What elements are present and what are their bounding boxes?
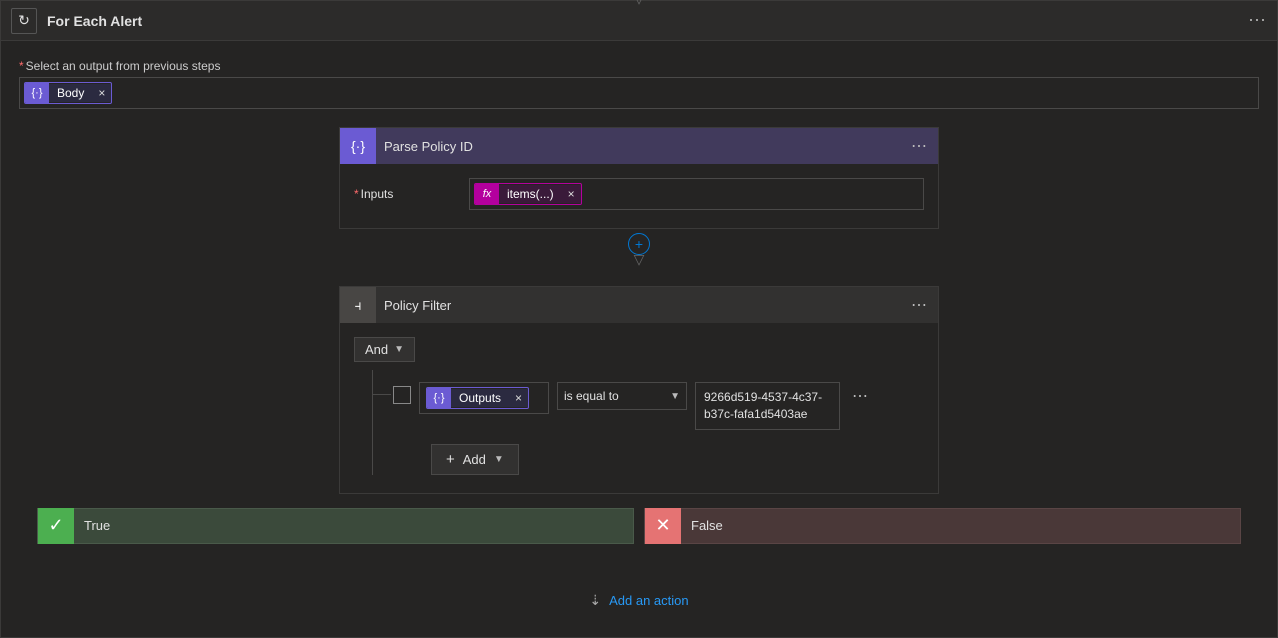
insert-icon: ⇣ — [589, 592, 601, 609]
body-token-remove[interactable]: × — [92, 84, 111, 102]
for-each-title: For Each Alert — [47, 13, 1248, 29]
parse-policy-body: Inputs fx items(...) × — [340, 164, 938, 228]
plus-icon: + — [446, 451, 455, 468]
parse-policy-header[interactable]: {·} Parse Policy ID ⋯ — [340, 128, 938, 164]
for-each-card: ↻ For Each Alert ⋯ Select an output from… — [0, 0, 1278, 638]
false-branch[interactable]: ✕ False — [644, 508, 1241, 544]
chevron-down-icon: ▼ — [494, 454, 504, 465]
policy-filter-body: And ▼ {·} Outputs × — [340, 323, 938, 493]
condition-left-operand[interactable]: {·} Outputs × — [419, 382, 549, 414]
loop-icon: ↻ — [11, 8, 37, 34]
body-token[interactable]: {·} Body × — [24, 82, 112, 104]
condition-row-menu[interactable]: ⋯ — [848, 382, 873, 410]
select-output-label: Select an output from previous steps — [19, 59, 1259, 73]
operator-label: is equal to — [564, 389, 619, 403]
operator-dropdown[interactable]: is equal to ▼ — [557, 382, 687, 410]
branches-row: ✓ True ✕ False — [37, 508, 1241, 544]
close-icon: ✕ — [645, 508, 681, 544]
fx-items-token[interactable]: fx items(...) × — [474, 183, 582, 205]
fx-token-label: items(...) — [499, 185, 562, 203]
fx-icon: fx — [475, 184, 499, 204]
inputs-row: Inputs fx items(...) × — [354, 178, 924, 210]
inputs-label: Inputs — [354, 187, 469, 201]
condition-branch: {·} Outputs × is equal to ▼ 9266d519-45 — [372, 370, 924, 475]
parse-policy-card: {·} Parse Policy ID ⋯ Inputs fx items(..… — [339, 127, 939, 229]
false-label: False — [681, 518, 723, 533]
policy-filter-header[interactable]: ⫞ Policy Filter ⋯ — [340, 287, 938, 323]
for-each-body: Select an output from previous steps {·}… — [1, 41, 1277, 637]
and-dropdown[interactable]: And ▼ — [354, 337, 415, 362]
add-action-link[interactable]: ⇣ Add an action — [19, 592, 1259, 609]
body-token-label: Body — [49, 84, 92, 102]
add-label: Add — [463, 452, 486, 467]
outputs-token[interactable]: {·} Outputs × — [426, 387, 529, 409]
policy-filter-title: Policy Filter — [376, 298, 901, 313]
add-action-label: Add an action — [609, 593, 689, 608]
code-icon: {·} — [427, 388, 451, 408]
condition-checkbox[interactable] — [393, 386, 411, 404]
policy-filter-menu-icon[interactable]: ⋯ — [901, 295, 938, 315]
fx-token-remove[interactable]: × — [562, 185, 581, 203]
select-output-input[interactable]: {·} Body × — [19, 77, 1259, 109]
code-icon: {·} — [340, 128, 376, 164]
true-label: True — [74, 518, 110, 533]
condition-row: {·} Outputs × is equal to ▼ 9266d519-45 — [393, 382, 924, 430]
for-each-menu-icon[interactable]: ⋯ — [1248, 10, 1267, 31]
true-branch[interactable]: ✓ True — [37, 508, 634, 544]
condition-value-input[interactable]: 9266d519-4537-4c37- b37c-fafa1d5403ae — [695, 382, 840, 430]
condition-tree: {·} Outputs × is equal to ▼ 9266d519-45 — [354, 370, 924, 475]
value-line2: b37c-fafa1d5403ae — [704, 406, 807, 423]
check-icon: ✓ — [38, 508, 74, 544]
inputs-input[interactable]: fx items(...) × — [469, 178, 924, 210]
parse-policy-menu-icon[interactable]: ⋯ — [901, 136, 938, 156]
connector: + ▽ — [19, 233, 1259, 268]
value-line1: 9266d519-4537-4c37- — [704, 389, 822, 406]
for-each-header[interactable]: ↻ For Each Alert ⋯ — [1, 1, 1277, 41]
policy-filter-card: ⫞ Policy Filter ⋯ And ▼ {·} — [339, 286, 939, 494]
and-label: And — [365, 342, 388, 357]
chevron-down-icon: ▼ — [394, 344, 404, 355]
arrow-down-icon: ▽ — [634, 251, 645, 268]
parse-policy-title: Parse Policy ID — [376, 139, 901, 154]
code-icon: {·} — [25, 83, 49, 103]
outputs-token-label: Outputs — [451, 389, 509, 407]
chevron-down-icon: ▼ — [670, 391, 680, 402]
condition-icon: ⫞ — [340, 287, 376, 323]
outputs-token-remove[interactable]: × — [509, 389, 528, 407]
add-condition-button[interactable]: + Add ▼ — [431, 444, 519, 475]
